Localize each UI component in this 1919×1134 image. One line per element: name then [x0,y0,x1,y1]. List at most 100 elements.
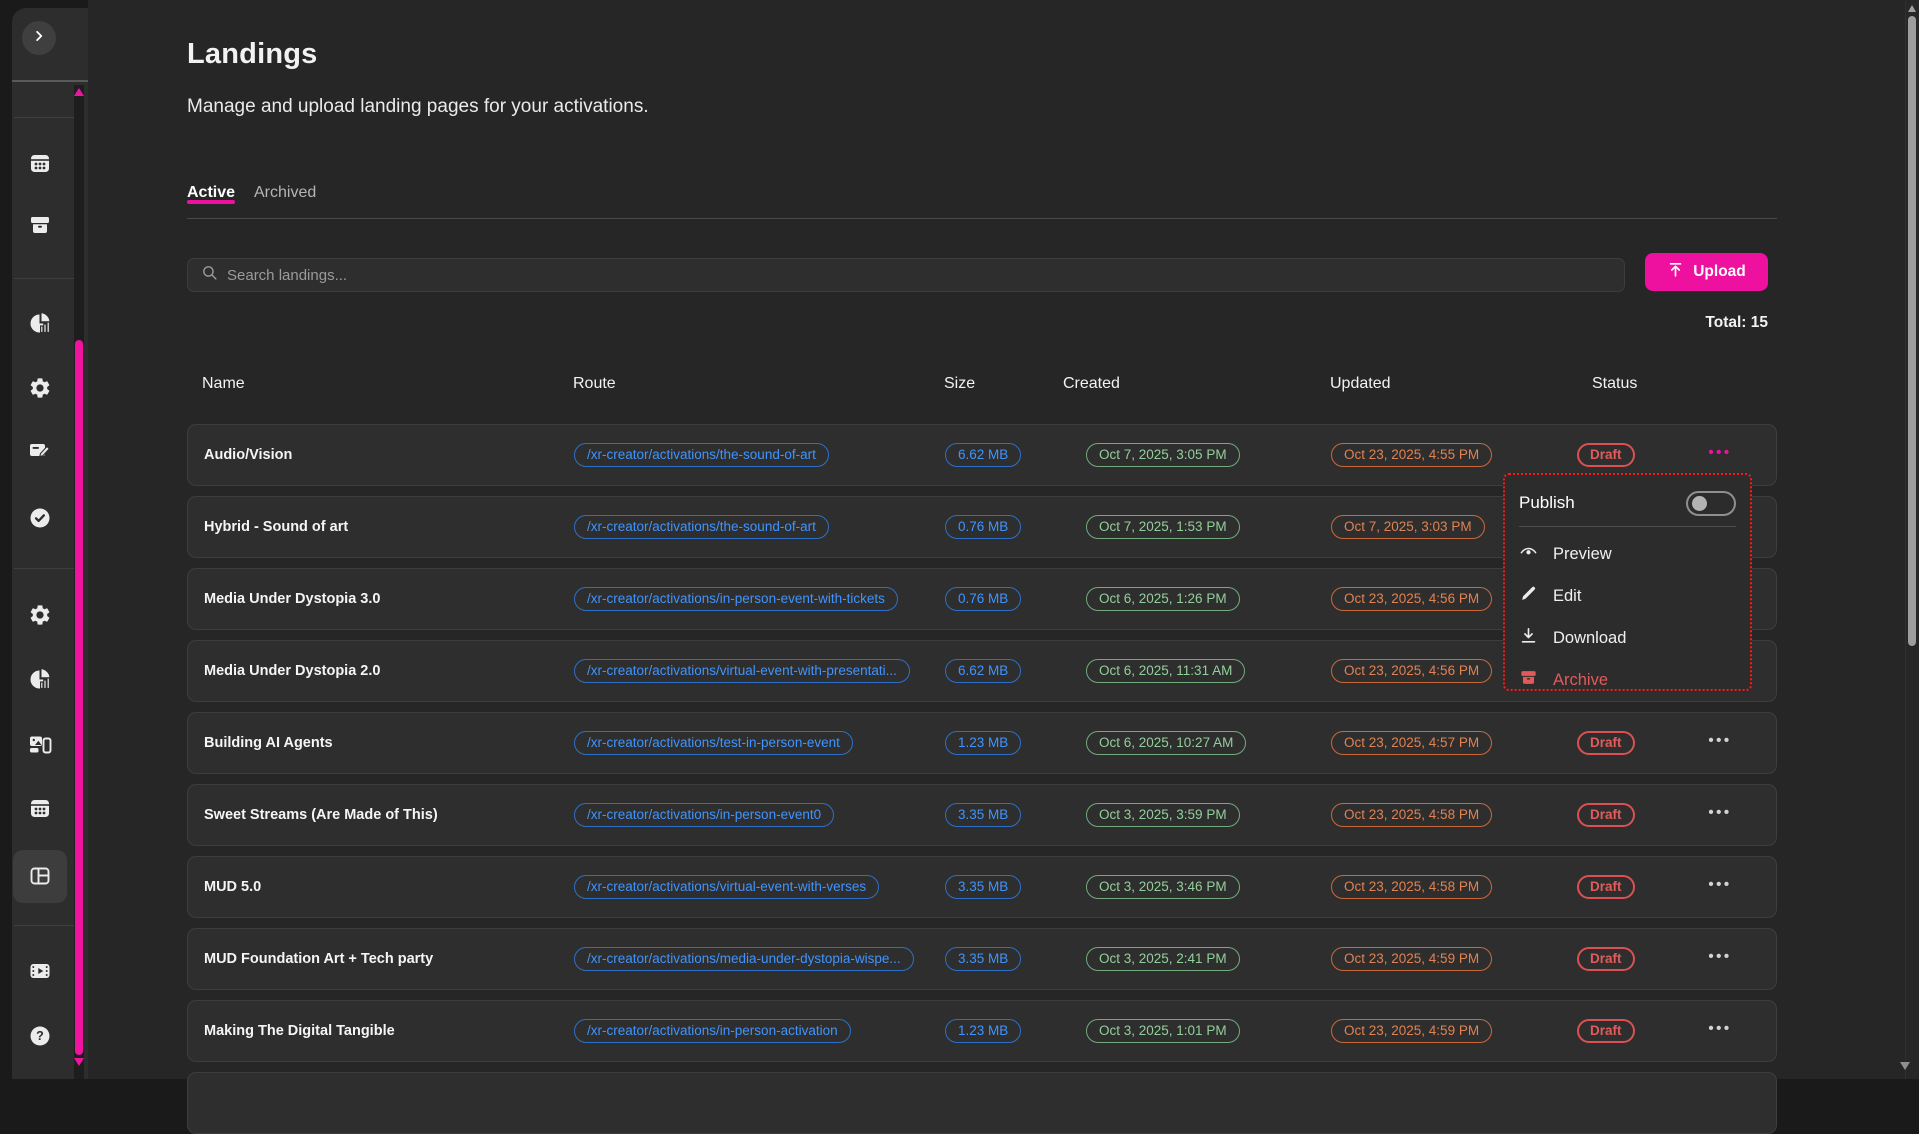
sidebar-scrollbar-thumb[interactable] [75,340,83,1055]
menu-item-download[interactable]: Download [1519,617,1736,659]
svg-text:?: ? [36,1029,44,1043]
sidebar-divider [14,278,74,279]
column-header-name: Name [202,375,245,393]
devices-icon [28,732,52,761]
table-row[interactable]: Making The Digital Tangible /xr-creator/… [187,1000,1777,1062]
layout-panels-icon [28,864,52,893]
menu-item-preview[interactable]: Preview [1519,533,1736,575]
sidebar-item-videos[interactable] [28,961,52,985]
eye-icon [1519,542,1538,566]
menu-item-edit[interactable]: Edit [1519,575,1736,617]
created-chip: Oct 3, 2025, 3:59 PM [1086,803,1240,827]
row-context-menu: Publish Preview Edit Download Archive [1503,473,1752,691]
sidebar-item-landings-selected[interactable] [13,850,67,903]
column-header-size: Size [944,375,975,393]
sidebar-item-media[interactable] [28,734,52,758]
table-row[interactable]: Sweet Streams (Are Made of This) /xr-cre… [187,784,1777,846]
search-bar[interactable] [187,258,1625,292]
sidebar-top-divider [12,80,88,82]
route-chip[interactable]: /xr-creator/activations/in-person-event0 [574,803,834,827]
toggle-knob [1692,496,1707,511]
landing-name: Sweet Streams (Are Made of This) [204,807,438,823]
sidebar-item-analytics[interactable] [28,313,52,337]
sidebar-item-settings[interactable] [28,378,52,402]
created-chip: Oct 6, 2025, 1:26 PM [1086,587,1240,611]
archive-icon [1519,668,1538,692]
gear-icon [28,603,52,632]
updated-chip: Oct 23, 2025, 4:59 PM [1331,1019,1492,1043]
size-chip: 6.62 MB [945,443,1021,467]
updated-chip: Oct 23, 2025, 4:58 PM [1331,875,1492,899]
table-row-partial[interactable] [187,1072,1777,1134]
row-actions-button[interactable]: ••• [1698,804,1742,821]
page-subtitle: Manage and upload landing pages for your… [187,96,649,118]
column-header-updated: Updated [1330,375,1391,393]
column-header-status: Status [1592,375,1637,393]
tab-active[interactable]: Active [187,184,235,202]
route-chip[interactable]: /xr-creator/activations/virtual-event-wi… [574,659,910,683]
column-header-created: Created [1063,375,1120,393]
page-scrollbar-thumb[interactable] [1908,16,1916,646]
search-input[interactable] [227,267,1527,284]
active-tab-underline [187,200,235,204]
sidebar-item-config[interactable] [28,605,52,629]
route-chip[interactable]: /xr-creator/activations/media-under-dyst… [574,947,914,971]
route-chip[interactable]: /xr-creator/activations/virtual-event-wi… [574,875,879,899]
page-scroll-down-arrow[interactable] [1900,1062,1910,1070]
route-chip[interactable]: /xr-creator/activations/in-person-activa… [574,1019,851,1043]
created-chip: Oct 3, 2025, 2:41 PM [1086,947,1240,971]
film-icon [28,959,52,988]
size-chip: 1.23 MB [945,731,1021,755]
card-edit-icon [28,438,52,467]
status-badge: Draft [1577,947,1635,971]
row-actions-button[interactable]: ••• [1698,444,1742,461]
calendar-grid-icon [28,151,52,180]
route-chip[interactable]: /xr-creator/activations/the-sound-of-art [574,443,829,467]
search-icon [201,264,218,286]
upload-button[interactable]: Upload [1645,253,1768,291]
sidebar-divider [14,925,74,926]
sidebar-expand-button[interactable] [22,21,56,55]
updated-chip: Oct 23, 2025, 4:58 PM [1331,803,1492,827]
gear-icon [28,376,52,405]
sidebar-item-reports[interactable] [28,669,52,693]
updated-chip: Oct 23, 2025, 4:55 PM [1331,443,1492,467]
total-count: Total: 15 [1500,314,1768,332]
updated-chip: Oct 7, 2025, 3:03 PM [1331,515,1485,539]
table-row[interactable]: Building AI Agents /xr-creator/activatio… [187,712,1777,774]
sidebar-scroll-up-arrow[interactable] [74,88,84,96]
row-actions-button[interactable]: ••• [1698,1020,1742,1037]
tab-archived[interactable]: Archived [254,184,316,202]
created-chip: Oct 7, 2025, 3:05 PM [1086,443,1240,467]
page-scroll-up-arrow[interactable] [1908,5,1916,12]
sidebar-item-help[interactable]: ? [28,1026,52,1050]
status-badge: Draft [1577,875,1635,899]
sidebar-item-events[interactable] [28,153,52,177]
sidebar-item-forms[interactable] [28,440,52,464]
row-actions-button[interactable]: ••• [1698,876,1742,893]
updated-chip: Oct 23, 2025, 4:57 PM [1331,731,1492,755]
sidebar-item-calendar[interactable] [28,798,52,822]
route-chip[interactable]: /xr-creator/activations/the-sound-of-art [574,515,829,539]
created-chip: Oct 3, 2025, 3:46 PM [1086,875,1240,899]
sidebar-scroll-down-arrow[interactable] [74,1058,84,1066]
route-chip[interactable]: /xr-creator/activations/in-person-event-… [574,587,898,611]
publish-toggle[interactable] [1686,491,1736,516]
row-actions-button[interactable]: ••• [1698,948,1742,965]
menu-divider [1519,526,1736,527]
row-actions-button[interactable]: ••• [1698,732,1742,749]
menu-item-archive[interactable]: Archive [1519,659,1736,701]
size-chip: 3.35 MB [945,803,1021,827]
help-icon: ? [28,1024,52,1053]
landing-name: Media Under Dystopia 2.0 [204,663,380,679]
table-row[interactable]: MUD Foundation Art + Tech party /xr-crea… [187,928,1777,990]
archive-box-icon [28,213,52,242]
pie-chart-icon [28,311,52,340]
updated-chip: Oct 23, 2025, 4:59 PM [1331,947,1492,971]
landing-name: Hybrid - Sound of art [204,519,348,535]
route-chip[interactable]: /xr-creator/activations/test-in-person-e… [574,731,853,755]
table-row[interactable]: MUD 5.0 /xr-creator/activations/virtual-… [187,856,1777,918]
sidebar-item-archive[interactable] [28,215,52,239]
sidebar-item-approvals[interactable] [28,508,52,532]
status-badge: Draft [1577,803,1635,827]
